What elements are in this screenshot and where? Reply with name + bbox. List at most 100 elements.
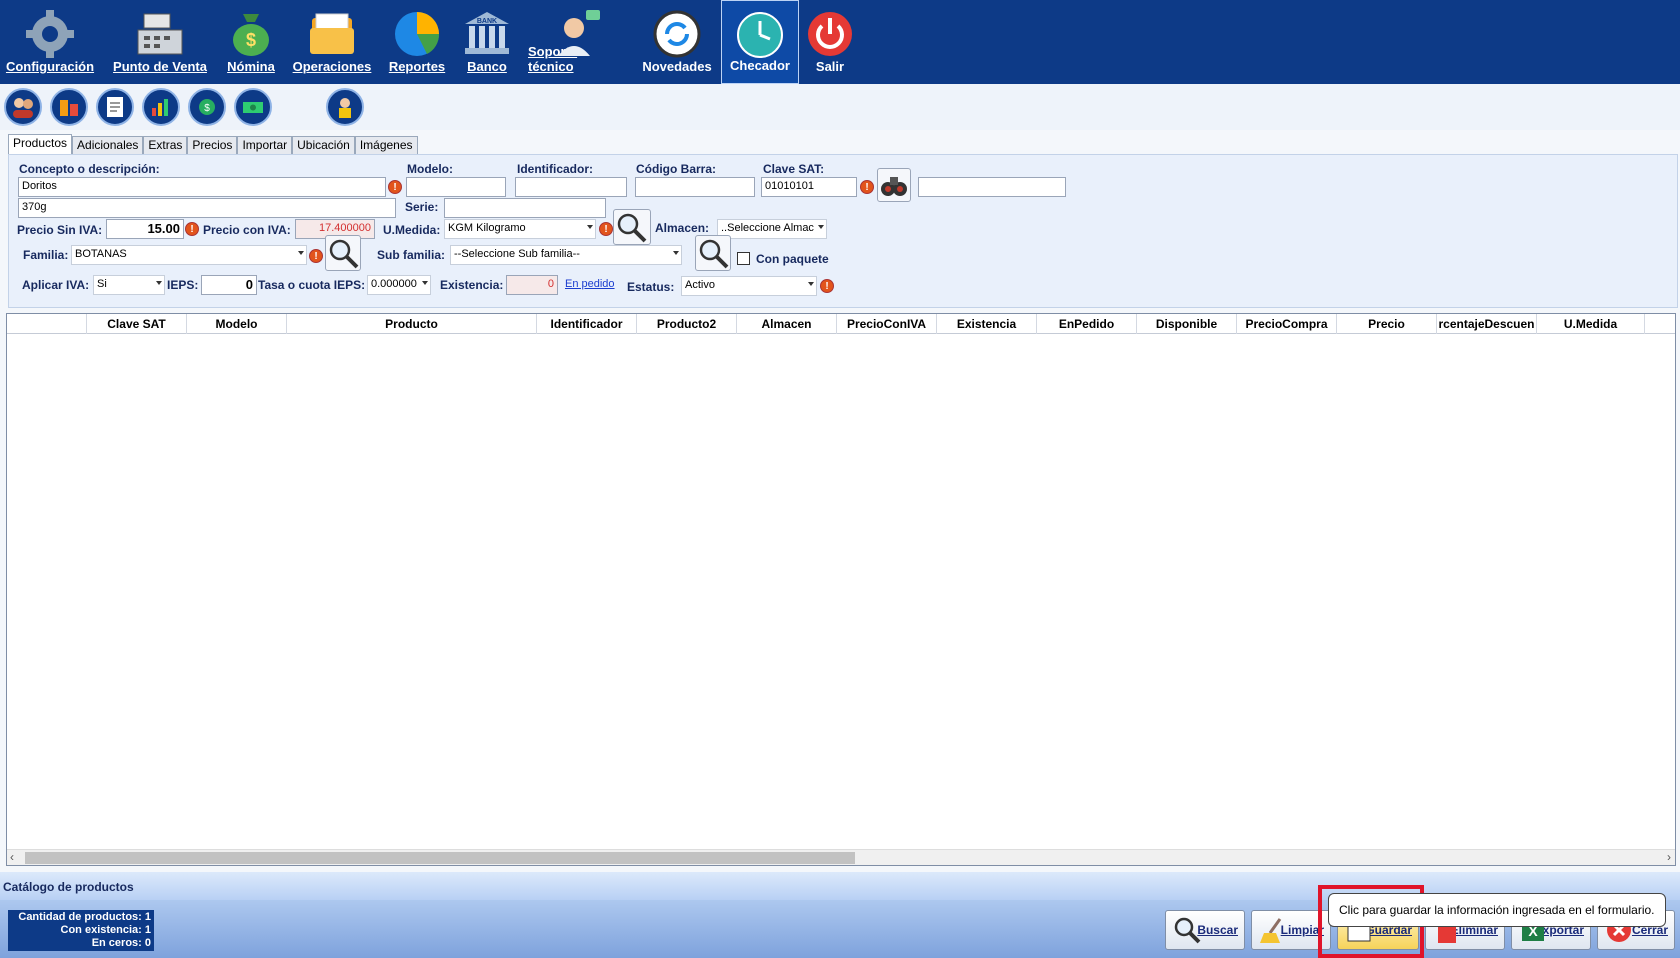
search-icon [1174,917,1201,944]
gear-icon [26,10,74,58]
modelo-field[interactable] [406,177,506,197]
bar-chart-icon[interactable] [142,88,180,126]
existencia-label: Existencia: [440,278,504,292]
scroll-left-icon[interactable]: ‹ [10,850,14,864]
money-bag-icon: $ [233,14,269,56]
col-header-identificador[interactable]: Identificador [537,314,637,334]
umedida-value: KGM Kilogramo [448,222,526,234]
toolbar-label: Configuración [5,59,95,74]
scrollbar-thumb[interactable] [25,852,855,864]
col-header-existencia[interactable]: Existencia [937,314,1037,334]
toolbar-operaciones-button[interactable]: Operaciones [292,0,372,84]
identificador-field[interactable] [515,177,627,197]
almacen-label: Almacen: [655,221,710,235]
toolbar-punto-de-venta-button[interactable]: Punto de Venta [110,0,210,84]
ieps-field[interactable]: 0 [201,275,257,295]
clave-sat-field[interactable]: 01010101 [761,177,857,197]
familia-select[interactable]: BOTANAS [71,245,307,265]
toolbar-label: Reportes [388,59,446,74]
binoculars-icon[interactable] [877,168,911,202]
col-header-umedida[interactable]: U.Medida [1537,314,1645,334]
serie-label: Serie: [405,200,439,214]
estatus-select[interactable]: Activo [681,276,817,296]
payments-icon[interactable]: $ [188,88,226,126]
umedida-search-icon[interactable] [613,209,651,245]
toolbar-salir-button[interactable]: Salir [806,0,854,84]
scroll-right-icon[interactable]: › [1667,850,1671,864]
stat-en-ceros: En ceros: 0 [91,937,151,949]
tab-adicionales[interactable]: Adicionales [72,136,144,154]
codigo-barra-field[interactable] [635,177,755,197]
tab-productos[interactable]: Productos [8,134,73,154]
tab-extras[interactable]: Extras [143,136,188,154]
col-header-modelo[interactable]: Modelo [187,314,287,334]
buscar-label: Buscar [1197,923,1238,937]
cash-icon[interactable] [234,88,272,126]
col-header-en-pedido[interactable]: EnPedido [1037,314,1137,334]
con-paquete-label: Con paquete [756,252,829,266]
aplicar-iva-label: Aplicar IVA: [22,278,90,292]
chevron-down-icon [808,282,814,286]
products-icon[interactable] [50,88,88,126]
tab-imagenes[interactable]: Imágenes [354,136,418,154]
tasa-ieps-label: Tasa o cuota IEPS: [258,278,366,292]
clients-icon[interactable] [4,88,42,126]
familia-value: BOTANAS [75,248,127,260]
concepto2-field[interactable]: 370g [18,198,396,218]
col-header[interactable] [7,314,87,334]
col-header-precio-compra[interactable]: PrecioCompra [1237,314,1337,334]
umedida-label: U.Medida: [383,223,441,237]
products-grid[interactable]: Clave SAT Modelo Producto Identificador … [6,313,1676,866]
buscar-button[interactable]: Buscar [1165,910,1245,950]
toolbar-reportes-button[interactable]: Reportes [386,0,448,84]
familia-search-icon[interactable] [325,235,361,271]
en-pedido-link[interactable]: En pedido [565,278,615,290]
serie-field[interactable] [444,198,606,218]
con-paquete-checkbox[interactable] [737,252,750,265]
ieps-label: IEPS: [167,278,199,292]
umedida-select[interactable]: KGM Kilogramo [444,219,596,239]
toolbar-novedades-button[interactable]: Novedades [640,0,714,84]
toolbar-checador-button[interactable]: Checador [721,0,799,84]
tab-importar[interactable]: Importar [237,136,293,154]
almacen-value: ..Seleccione Almac [721,222,814,234]
toolbar-label: Banco [467,59,507,74]
toolbar-soporte-tecnico-button[interactable]: Soporte técnico [528,0,624,84]
precio-sin-iva-label: Precio Sin IVA: [17,223,103,237]
aplicar-iva-select[interactable]: Si [93,275,165,295]
toolbar-configuracion-button[interactable]: Configuración [6,0,94,84]
existencia-field: 0 [506,275,558,295]
bank-icon: BANK [465,12,509,54]
concepto-field[interactable]: Doritos [18,177,386,197]
precio-sin-iva-field[interactable]: 15.00 [106,219,184,239]
toolbar-banco-button[interactable]: BANK Banco [460,0,514,84]
modelo-label: Modelo: [407,162,453,176]
concepto-label: Concepto o descripción: [19,162,160,176]
col-header-precio[interactable]: Precio [1337,314,1437,334]
main-toolbar: Configuración Punto de Venta $ Nómina Op… [0,0,1680,84]
refresh-icon [653,10,701,58]
toolbar-nomina-button[interactable]: $ Nómina [222,0,280,84]
tab-ubicacion[interactable]: Ubicación [292,136,355,154]
estatus-label: Estatus: [627,280,675,294]
col-header-almacen[interactable]: Almacen [737,314,837,334]
notes-icon[interactable] [96,88,134,126]
horizontal-scrollbar[interactable]: ‹ › [7,849,1675,865]
col-header-clave-sat[interactable]: Clave SAT [87,314,187,334]
col-header-precio-con-iva[interactable]: PrecioConIVA [837,314,937,334]
stat-con-existencia: Con existencia: 1 [60,924,151,936]
clock-icon [737,12,783,58]
subfamilia-search-icon[interactable] [695,235,731,271]
subfamilia-select[interactable]: --Seleccione Sub familia-- [450,245,682,265]
clave-sat-description-field[interactable] [918,177,1066,197]
col-header-producto[interactable]: Producto [287,314,537,334]
almacen-select[interactable]: ..Seleccione Almac [717,219,827,239]
tasa-ieps-select[interactable]: 0.000000 [367,275,431,295]
tab-precios[interactable]: Precios [187,136,238,154]
product-form: Concepto o descripción: Doritos ! 370g M… [8,154,1678,308]
user-icon[interactable] [326,88,364,126]
toolbar-label: Novedades [642,59,712,74]
col-header-disponible[interactable]: Disponible [1137,314,1237,334]
col-header-porcentaje-descuento[interactable]: rcentajeDescuen [1437,314,1537,334]
col-header-producto2[interactable]: Producto2 [637,314,737,334]
